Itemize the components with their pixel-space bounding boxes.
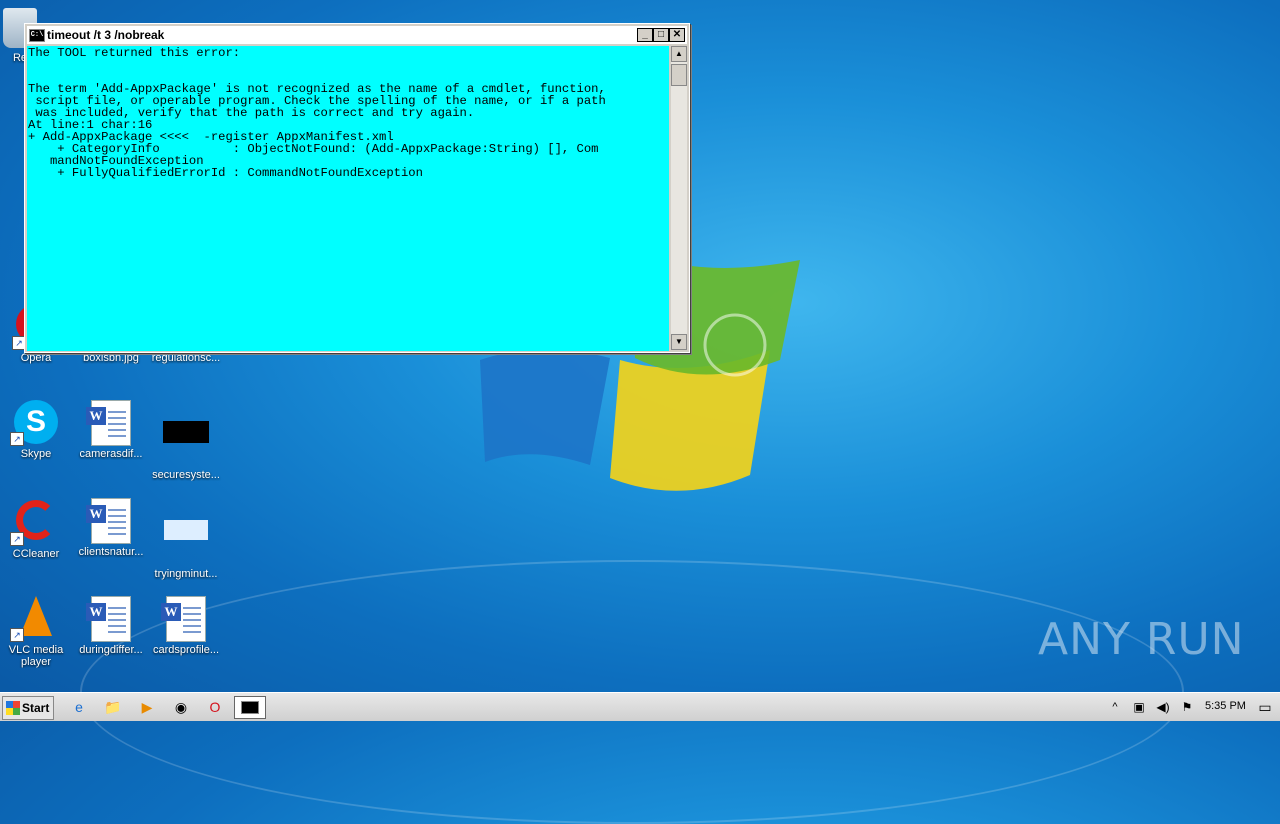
word-document-icon: W <box>86 498 133 544</box>
maximize-button[interactable]: □ <box>653 28 669 42</box>
desktop-icon-label: tryingminut... <box>154 568 218 580</box>
desktop-icon-label: cardsprofile... <box>152 644 220 656</box>
title-bar[interactable]: C:\ timeout /t 3 /nobreak _ □ ✕ <box>27 26 687 44</box>
volume-icon[interactable]: ◀) <box>1152 697 1174 717</box>
skype-icon: S ↗ <box>10 400 58 446</box>
black-thumbnail-icon <box>163 421 209 465</box>
word-document-icon: W <box>86 596 133 642</box>
desktop-icon-label: regulationsc... <box>151 352 221 364</box>
scroll-up-arrow-icon[interactable]: ▲ <box>671 46 687 62</box>
desktop-icon-label: VLC media player <box>8 644 64 668</box>
action-center-flag-icon[interactable]: ⚑ <box>1176 697 1198 717</box>
start-button[interactable]: Start <box>2 696 54 720</box>
start-label: Start <box>22 701 50 715</box>
media-player-icon[interactable]: ▶ <box>136 697 158 717</box>
console-output[interactable]: The TOOL returned this error: The term '… <box>27 46 669 351</box>
desktop-icon-camerasdif[interactable]: W camerasdif... <box>75 400 147 460</box>
desktop-icon-label: Opera <box>20 352 52 364</box>
internet-explorer-icon[interactable]: e <box>68 697 90 717</box>
desktop-icon-clientsnatur[interactable]: W clientsnatur... <box>75 498 147 558</box>
word-document-icon: W <box>86 400 133 446</box>
blank-thumbnail-icon <box>164 520 208 564</box>
opera-taskbar-icon[interactable]: O <box>204 697 226 717</box>
desktop-icon-label: securesyste... <box>152 469 220 481</box>
vlc-cone-icon: ↗ <box>10 596 58 642</box>
cmd-icon: C:\ <box>29 29 45 42</box>
show-desktop-button[interactable]: ▭ <box>1256 697 1274 717</box>
network-icon[interactable]: ▣ <box>1128 697 1150 717</box>
anyrun-watermark: ANY RUN <box>1038 614 1245 665</box>
desktop-icon-label: CCleaner <box>12 548 60 560</box>
minimize-button[interactable]: _ <box>637 28 653 42</box>
desktop-icon-vlc[interactable]: ↗ VLC media player <box>0 596 72 668</box>
chrome-icon[interactable]: ◉ <box>170 697 192 717</box>
desktop-icon-label: clientsnatur... <box>78 546 144 558</box>
cmd-taskbar-icon <box>241 701 259 714</box>
console-window[interactable]: C:\ timeout /t 3 /nobreak _ □ ✕ The TOOL… <box>24 23 690 353</box>
file-explorer-icon[interactable]: 📁 <box>102 697 124 717</box>
word-document-icon: W <box>161 596 208 642</box>
desktop-icon-label: duringdiffer... <box>79 644 143 656</box>
desktop-icon-skype[interactable]: S ↗ Skype <box>0 400 72 460</box>
shortcut-arrow-icon: ↗ <box>10 432 24 446</box>
desktop-icon-label: boxisbn.jpg <box>83 352 139 364</box>
console-line: The TOOL returned this error: <box>28 46 241 60</box>
cmd-taskbar-button[interactable] <box>234 696 266 719</box>
vertical-scrollbar[interactable]: ▲ ▼ <box>671 46 687 350</box>
desktop-icon-tryingminut[interactable]: tryingminut... <box>150 498 222 580</box>
desktop-icon-label: camerasdif... <box>79 448 143 460</box>
show-hidden-icons-icon[interactable]: ^ <box>1104 697 1126 717</box>
desktop-icon-cardsprofile[interactable]: W cardsprofile... <box>150 596 222 656</box>
window-title: timeout /t 3 /nobreak <box>47 28 165 42</box>
desktop-icon-duringdiffer[interactable]: W duringdiffer... <box>75 596 147 656</box>
scroll-thumb[interactable] <box>671 64 687 86</box>
shortcut-arrow-icon: ↗ <box>10 532 24 546</box>
desktop-icon-ccleaner[interactable]: ↗ CCleaner <box>0 498 72 560</box>
desktop-icon-securesyste[interactable]: securesyste... <box>150 400 222 481</box>
scroll-down-arrow-icon[interactable]: ▼ <box>671 334 687 350</box>
close-button[interactable]: ✕ <box>669 28 685 42</box>
shortcut-arrow-icon: ↗ <box>10 628 24 642</box>
desktop-icon-label: Skype <box>20 448 52 460</box>
clock[interactable]: 5:35 PM <box>1205 700 1246 712</box>
ccleaner-icon: ↗ <box>10 500 58 546</box>
console-line: + FullyQualifiedErrorId : CommandNotFoun… <box>28 166 423 180</box>
taskbar: Start e 📁 ▶ ◉ O ^ ▣ ◀) ⚑ 5:35 PM ▭ <box>0 692 1280 721</box>
windows-flag-icon <box>6 701 20 715</box>
